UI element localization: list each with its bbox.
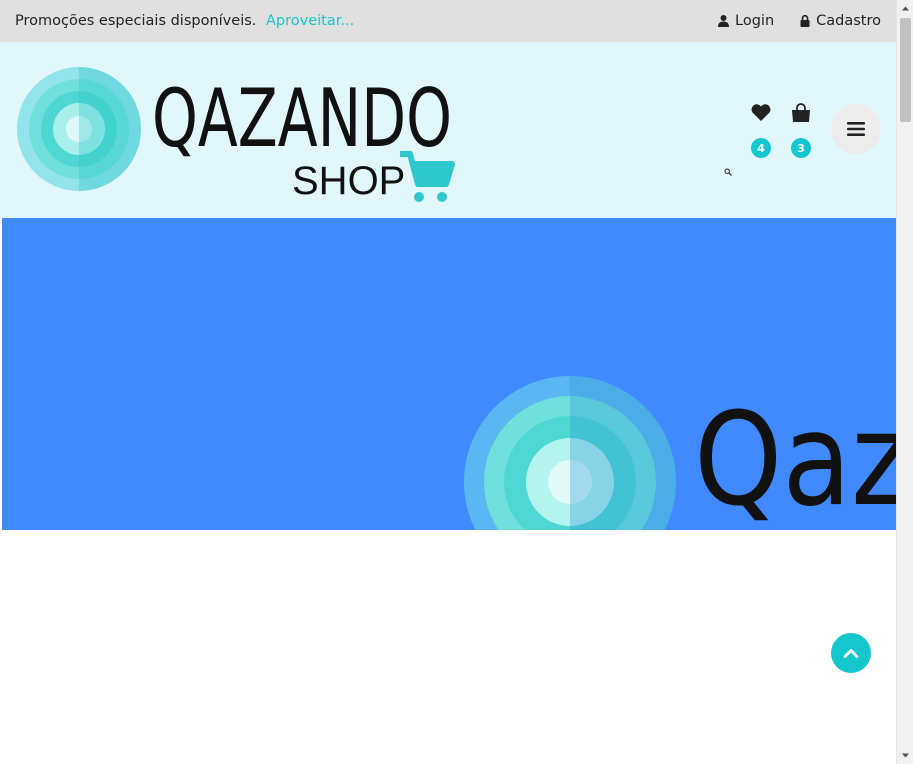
signup-label: Cadastro bbox=[816, 13, 881, 29]
login-link[interactable]: Login bbox=[718, 13, 774, 29]
hamburger-menu-icon bbox=[847, 122, 865, 136]
hero-banner[interactable]: Qaz bbox=[2, 218, 896, 530]
shopping-bag-icon[interactable] bbox=[790, 102, 812, 124]
promo-link[interactable]: Aproveitar... bbox=[266, 13, 354, 29]
site-logo[interactable]: QAZANDO SHOP bbox=[16, 66, 456, 206]
lock-icon bbox=[800, 15, 810, 27]
menu-button[interactable] bbox=[831, 104, 881, 154]
banner-logo-image: Qaz bbox=[464, 376, 896, 530]
svg-text:SHOP: SHOP bbox=[292, 159, 405, 203]
svg-text:Qaz: Qaz bbox=[694, 386, 896, 530]
login-label: Login bbox=[735, 13, 775, 29]
heart-icon[interactable] bbox=[750, 102, 772, 124]
cart-count-badge: 3 bbox=[791, 138, 811, 158]
chevron-up-icon bbox=[843, 649, 859, 658]
scroll-to-top-button[interactable] bbox=[831, 633, 871, 673]
promo-bar: Promoções especiais disponíveis. Aprovei… bbox=[0, 0, 896, 42]
scrollbar-thumb[interactable] bbox=[900, 18, 911, 122]
promo-message: Promoções especiais disponíveis. Aprovei… bbox=[15, 13, 354, 29]
promo-text: Promoções especiais disponíveis. bbox=[15, 13, 257, 29]
page-scrollbar[interactable] bbox=[896, 0, 913, 764]
signup-link[interactable]: Cadastro bbox=[800, 13, 881, 29]
site-header: QAZANDO SHOP 4 3 bbox=[0, 42, 896, 218]
scroll-up-arrow-icon[interactable] bbox=[901, 4, 910, 13]
account-links: Login Cadastro bbox=[718, 13, 881, 29]
wishlist-count-badge: 4 bbox=[751, 138, 771, 158]
scroll-down-arrow-icon[interactable] bbox=[901, 751, 910, 760]
user-icon bbox=[718, 15, 730, 27]
search-icon[interactable] bbox=[724, 168, 732, 176]
